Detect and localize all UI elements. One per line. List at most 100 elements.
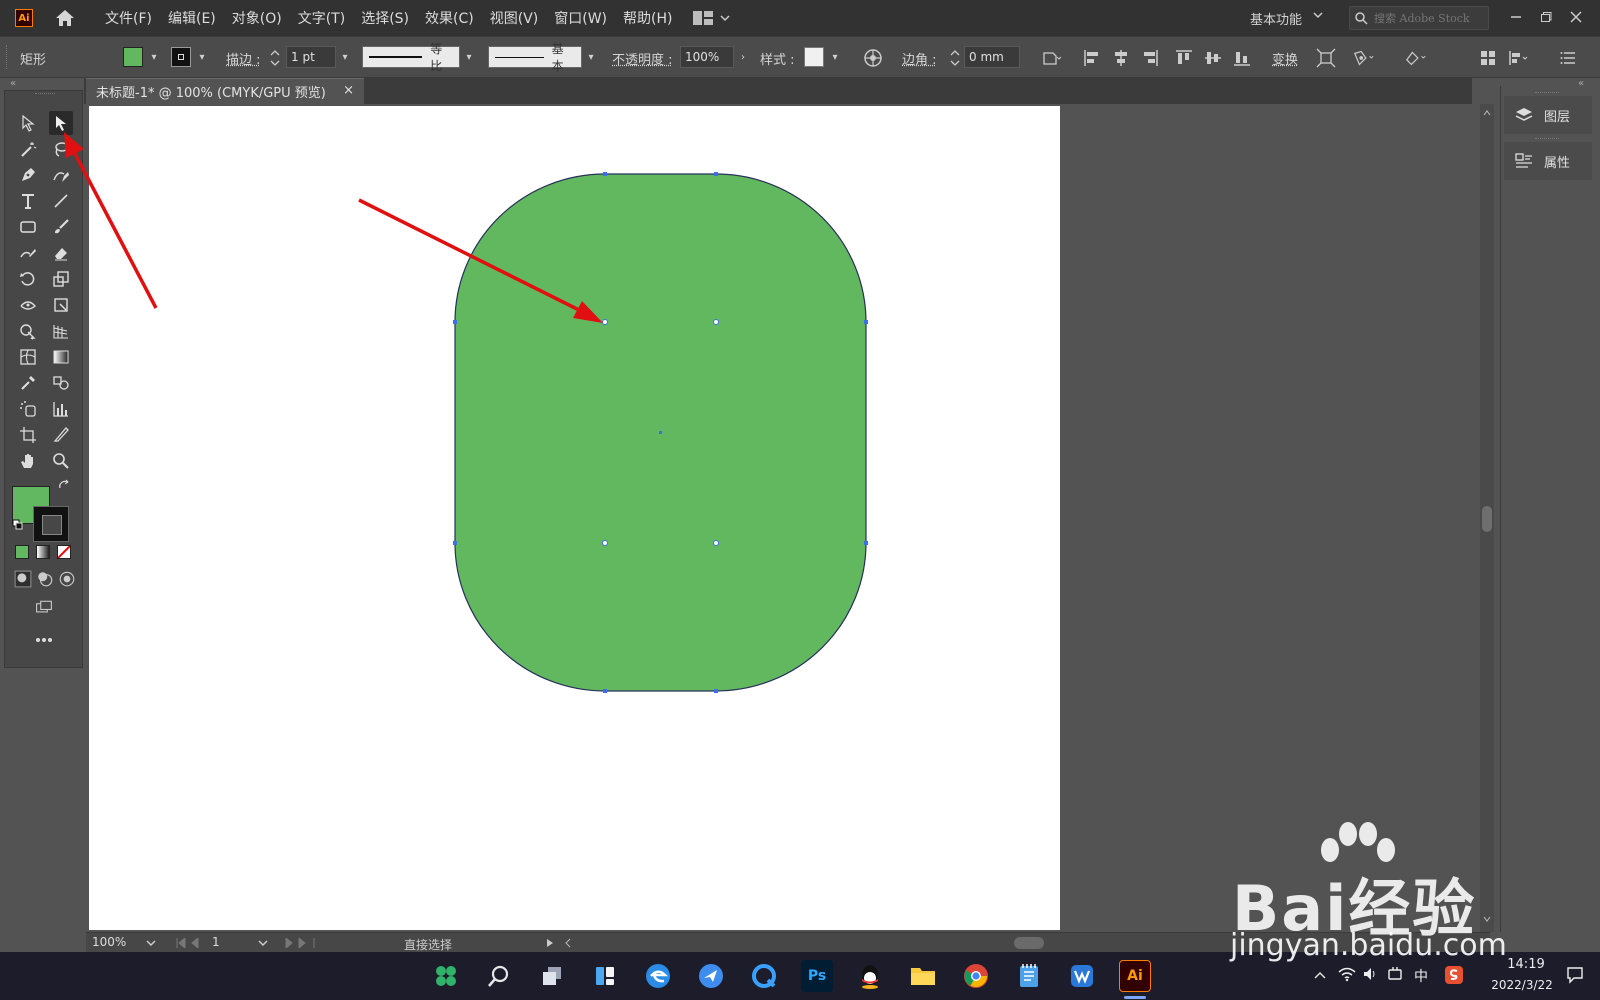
minimize-button[interactable] (1502, 4, 1530, 30)
anchor-point[interactable] (714, 689, 718, 693)
corner-radius-field[interactable]: 0 mm (964, 46, 1020, 68)
chevron-down-icon[interactable] (258, 939, 268, 947)
brush-definition[interactable]: 基本 (488, 42, 582, 73)
swap-colors-icon[interactable] (57, 479, 71, 493)
gradient-tool[interactable] (49, 345, 73, 369)
input-method-indicator[interactable]: 中 (1414, 966, 1428, 986)
menu-help[interactable]: 帮助(H) (615, 8, 680, 28)
align-right-button[interactable] (1138, 46, 1162, 70)
arrange-button[interactable] (1476, 46, 1500, 70)
anchor-point[interactable] (864, 320, 868, 324)
horizontal-scrollbar-thumb[interactable] (1014, 937, 1044, 949)
graphic-style-swatch[interactable] (804, 47, 824, 67)
align-left-button[interactable] (1080, 46, 1104, 70)
artboard[interactable] (89, 106, 1060, 930)
rectangle-tool[interactable] (16, 215, 40, 239)
layers-panel-button[interactable]: 图层 (1504, 96, 1592, 134)
scroll-down-icon[interactable] (1483, 916, 1491, 922)
default-colors-icon[interactable] (12, 519, 24, 531)
align-top-button[interactable] (1172, 46, 1196, 70)
stock-search-input[interactable] (1374, 11, 1484, 25)
slice-tool[interactable] (49, 423, 73, 447)
q-browser-app[interactable] (748, 960, 780, 992)
puppet-warp-button[interactable] (1352, 46, 1376, 70)
live-corner-widget[interactable] (713, 319, 719, 325)
width-tool[interactable] (16, 293, 40, 317)
chevron-down-icon[interactable] (146, 939, 156, 947)
blend-tool[interactable] (49, 371, 73, 395)
chevron-up-icon[interactable] (1314, 971, 1326, 979)
align-bottom-button[interactable] (1230, 46, 1254, 70)
stroke-color-swatch[interactable] (171, 47, 191, 67)
stroke-weight-field[interactable]: 1 pt (286, 46, 336, 68)
distribute-button[interactable] (1506, 46, 1530, 70)
edge-browser-app[interactable] (642, 960, 674, 992)
color-mode-button[interactable] (15, 545, 29, 559)
type-tool[interactable] (16, 189, 40, 213)
collapse-tools-icon[interactable]: « (10, 78, 16, 89)
stroke-weight-stepper[interactable] (268, 46, 282, 70)
chevron-down-icon[interactable]: ▾ (828, 51, 842, 65)
hand-tool[interactable] (16, 449, 40, 473)
edit-toolbar-button[interactable] (32, 628, 56, 652)
draw-inside-button[interactable] (57, 569, 77, 589)
close-window-button[interactable] (1562, 4, 1590, 30)
chevron-down-icon[interactable]: ▾ (147, 51, 161, 65)
notification-icon[interactable] (1566, 966, 1584, 984)
mesh-tool[interactable] (16, 345, 40, 369)
sogou-input-icon[interactable] (1444, 965, 1464, 985)
menu-window[interactable]: 窗口(W) (546, 8, 615, 28)
live-corner-widget[interactable] (602, 540, 608, 546)
illustrator-app[interactable]: Ai (1119, 960, 1151, 992)
widgets-button[interactable] (589, 960, 621, 992)
home-button[interactable] (53, 6, 77, 30)
anchor-point[interactable] (603, 172, 607, 176)
shape-options-button[interactable] (1040, 46, 1064, 70)
draw-behind-button[interactable] (35, 569, 55, 589)
clock-date[interactable]: 2022/3/22 (1478, 978, 1566, 992)
chevron-down-icon[interactable] (1313, 11, 1323, 19)
menu-view[interactable]: 视图(V) (482, 8, 547, 28)
draw-normal-button[interactable] (13, 569, 33, 589)
qq-app[interactable] (854, 960, 886, 992)
volume-icon[interactable] (1362, 966, 1378, 982)
arrange-documents-button[interactable] (692, 10, 730, 26)
anchor-point[interactable] (864, 541, 868, 545)
opacity-field[interactable]: 100% (680, 46, 734, 68)
next-last-artboard-icon[interactable] (282, 938, 316, 948)
panel-menu-button[interactable] (1556, 46, 1580, 70)
menu-object[interactable]: 对象(O) (224, 8, 290, 28)
artboard-canvas[interactable] (89, 106, 1060, 930)
scrollbar-thumb[interactable] (1482, 506, 1492, 532)
eyedropper-tool[interactable] (16, 371, 40, 395)
chevron-down-icon[interactable]: ▾ (338, 51, 352, 65)
artboard-number[interactable]: 1 (212, 935, 220, 949)
scroll-up-icon[interactable] (1483, 110, 1491, 116)
vertical-scrollbar[interactable] (1480, 104, 1494, 932)
wps-app[interactable] (1066, 960, 1098, 992)
menu-effect[interactable]: 效果(C) (417, 8, 482, 28)
live-corner-widget[interactable] (602, 319, 608, 325)
chrome-app[interactable] (960, 960, 992, 992)
stock-search-box[interactable] (1349, 6, 1489, 30)
notepad-app[interactable] (1013, 960, 1045, 992)
chevron-down-icon[interactable]: ▾ (195, 51, 209, 65)
start-button[interactable] (430, 960, 462, 992)
corner-label[interactable]: 边角 : (902, 49, 937, 68)
scroll-left-icon[interactable] (564, 938, 572, 948)
align-middle-button[interactable] (1201, 46, 1225, 70)
shaper-tool[interactable] (16, 241, 40, 265)
menu-select[interactable]: 选择(S) (353, 8, 417, 28)
anchor-point[interactable] (603, 689, 607, 693)
selection-tool[interactable] (16, 111, 40, 135)
status-menu-arrow-icon[interactable] (546, 938, 554, 948)
symbol-sprayer-tool[interactable] (16, 397, 40, 421)
battery-plug-icon[interactable] (1386, 966, 1404, 982)
document-tab[interactable]: 未标题-1* @ 100% (CMYK/GPU 预览) × (86, 78, 364, 104)
column-graph-tool[interactable] (49, 397, 73, 421)
fill-color-swatch[interactable] (123, 47, 143, 67)
menu-type[interactable]: 文字(T) (290, 8, 353, 28)
task-view-button[interactable] (536, 960, 568, 992)
perspective-grid-tool[interactable] (49, 319, 73, 343)
magic-wand-tool[interactable] (16, 137, 40, 161)
